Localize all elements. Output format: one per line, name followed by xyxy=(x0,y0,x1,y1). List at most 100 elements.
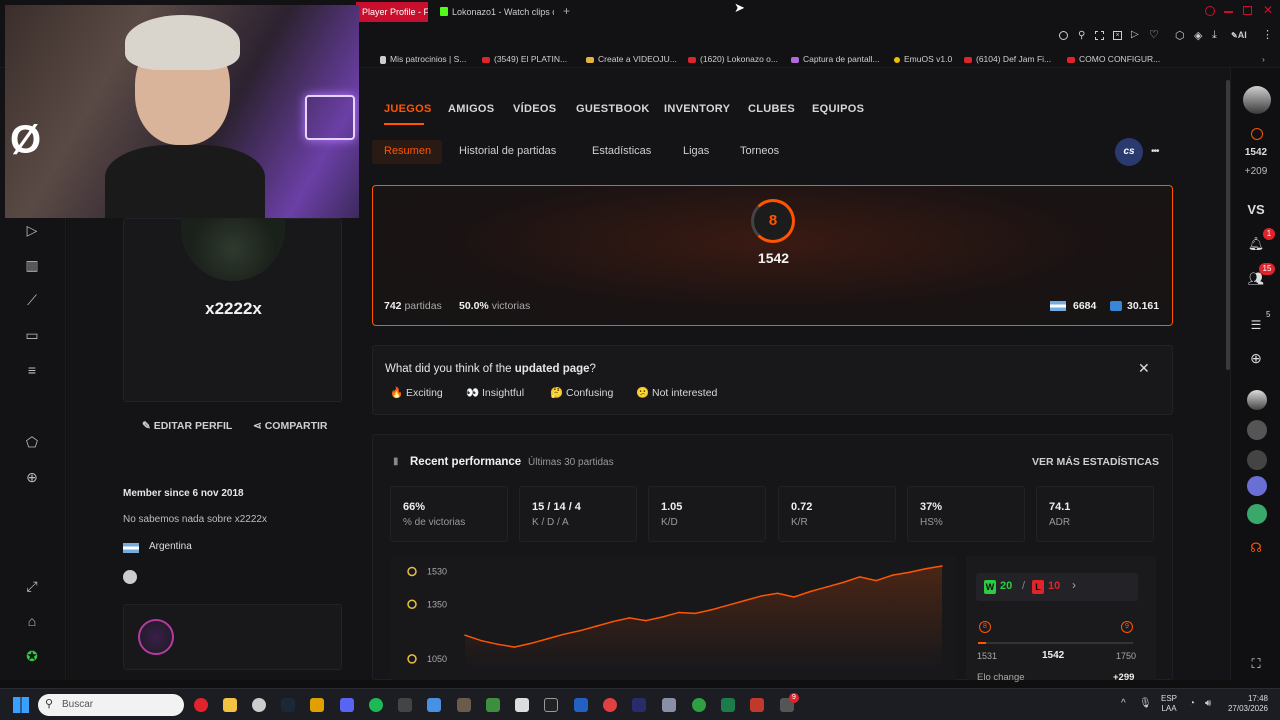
expand-icon[interactable]: ⤢ xyxy=(22,576,42,596)
video-icon[interactable]: ▭ xyxy=(22,325,42,345)
elo-data-point[interactable] xyxy=(941,565,943,567)
elo-data-point[interactable] xyxy=(924,567,927,570)
app-icon[interactable] xyxy=(398,698,412,712)
premium-star-icon[interactable]: ✪ xyxy=(22,646,42,666)
subtab-ligas[interactable]: Ligas xyxy=(683,145,709,157)
app-icon[interactable] xyxy=(457,698,471,712)
tab-clubes[interactable]: CLUBES xyxy=(748,103,795,115)
bookmark-item[interactable]: Mis patrocinios | S... xyxy=(380,51,466,67)
shield-icon[interactable] xyxy=(574,698,588,712)
friend-avatar[interactable] xyxy=(1247,390,1267,410)
more-options-button[interactable]: ••• xyxy=(1151,146,1159,157)
close-icon[interactable]: ✕ xyxy=(1138,360,1150,377)
app-icon[interactable] xyxy=(603,698,617,712)
edit-profile-button[interactable]: ✎ EDITAR PERFIL xyxy=(142,420,232,432)
feedback-option-insightful[interactable]: 👀 Insightful xyxy=(466,386,524,402)
app-icon[interactable] xyxy=(632,698,646,712)
tab-lokonazo-clips[interactable]: Lokonazo1 - Watch clips o xyxy=(446,2,554,22)
app-icon[interactable] xyxy=(486,698,500,712)
party-icon[interactable]: ☰ xyxy=(1231,318,1280,332)
tab-equipos[interactable]: EQUIPOS xyxy=(812,103,864,115)
elo-data-point[interactable] xyxy=(776,592,779,595)
elo-data-point[interactable] xyxy=(858,576,861,578)
bookmark-item[interactable]: Captura de pantall... xyxy=(791,51,880,67)
bookmark-item[interactable]: COMO CONFIGUR... xyxy=(1067,51,1160,67)
friend-avatar[interactable] xyxy=(1247,504,1267,524)
subtab-resumen[interactable]: Resumen xyxy=(384,145,431,157)
bookmark-item[interactable]: (6104) Def Jam Fi... xyxy=(964,51,1051,67)
elo-data-point[interactable] xyxy=(628,617,631,619)
app-icon[interactable] xyxy=(310,698,324,712)
friend-avatar[interactable] xyxy=(1247,450,1267,470)
elo-data-point[interactable] xyxy=(678,611,680,614)
feedback-option-confusing[interactable]: 🤔 Confusing xyxy=(550,386,613,402)
elo-data-point[interactable] xyxy=(710,608,713,611)
file-explorer-icon[interactable] xyxy=(223,698,237,712)
elo-data-point[interactable] xyxy=(793,596,795,598)
store-icon[interactable]: ⌂ xyxy=(22,611,42,631)
search-tabs-icon[interactable] xyxy=(1205,6,1215,16)
user-avatar[interactable] xyxy=(1243,86,1271,114)
notepad-icon[interactable] xyxy=(427,698,441,712)
minimize-icon[interactable] xyxy=(1224,11,1233,13)
bookmark-item[interactable]: (3549) El PLATIN... xyxy=(482,51,567,67)
share-button[interactable]: ⋖ COMPARTIR xyxy=(253,420,328,432)
elo-data-point[interactable] xyxy=(464,634,466,637)
tab-amigos[interactable]: AMIGOS xyxy=(448,103,494,115)
elo-data-point[interactable] xyxy=(727,604,729,606)
tab-guestbook[interactable]: GUESTBOOK xyxy=(576,103,650,115)
elo-data-point[interactable] xyxy=(513,646,516,648)
elo-data-point[interactable] xyxy=(891,574,894,576)
feedback-option-not-interested[interactable]: 😕 Not interested xyxy=(636,386,717,402)
subtab-historial[interactable]: Historial de partidas xyxy=(459,145,556,157)
taskbar-search[interactable]: ⚲ Buscar xyxy=(38,694,184,716)
friend-avatar[interactable] xyxy=(1247,476,1267,496)
mic-icon[interactable]: 🎙︎ xyxy=(1139,698,1152,709)
app-icon[interactable] xyxy=(662,698,676,712)
wifi-icon[interactable]: ◔ xyxy=(1189,698,1195,709)
subtab-torneos[interactable]: Torneos xyxy=(740,145,779,157)
elo-data-point[interactable] xyxy=(497,643,499,646)
feedback-option-exciting[interactable]: 🔥 Exciting xyxy=(390,386,443,402)
elo-data-point[interactable] xyxy=(809,590,812,593)
heart-icon[interactable]: ♡ xyxy=(1149,28,1159,41)
clock[interactable]: 17:48 27/03/2026 xyxy=(1226,694,1268,714)
elo-data-point[interactable] xyxy=(875,579,878,582)
app-icon[interactable] xyxy=(721,698,735,712)
collapse-rail-icon[interactable]: ⛶ xyxy=(1231,656,1280,672)
wallet-icon[interactable]: ◈ xyxy=(1194,29,1202,42)
volume-icon[interactable]: 🔊︎ xyxy=(1205,698,1211,709)
cs2-game-icon[interactable]: cs xyxy=(1115,138,1143,166)
screenshot-icon[interactable] xyxy=(1095,31,1104,40)
new-tab-button[interactable]: + xyxy=(563,4,570,18)
tab-player-profile[interactable]: Player Profile - F xyxy=(356,2,428,22)
bookmark-item[interactable]: Create a VIDEOJU... xyxy=(586,51,677,67)
elo-data-point[interactable] xyxy=(908,571,910,574)
tab-inventory[interactable]: INVENTORY xyxy=(664,103,730,115)
trend-icon[interactable]: ⟋ xyxy=(22,290,42,310)
add-icon[interactable]: ⊕ xyxy=(22,467,42,487)
elo-data-point[interactable] xyxy=(480,639,483,642)
elo-data-point[interactable] xyxy=(612,620,614,623)
extensions-icon[interactable]: ⬡ xyxy=(1175,29,1185,42)
menu-icon[interactable]: ⋮ xyxy=(1262,28,1273,41)
app-icon[interactable] xyxy=(750,698,764,712)
subtab-estadisticas[interactable]: Estadísticas xyxy=(592,145,651,157)
app-icon[interactable] xyxy=(544,698,558,712)
vs-button[interactable]: VS xyxy=(1231,202,1280,217)
elo-data-point[interactable] xyxy=(743,599,746,602)
elo-data-point[interactable] xyxy=(546,638,549,640)
more-stats-link[interactable]: VER MÁS ESTADÍSTICAS xyxy=(1032,456,1159,468)
elo-data-point[interactable] xyxy=(694,612,697,615)
pin-icon[interactable]: ⚲ xyxy=(1078,30,1085,41)
add-friend-icon[interactable]: ⊕ xyxy=(1231,350,1280,367)
elo-data-point[interactable] xyxy=(826,586,828,588)
region-rank[interactable]: 30.161 xyxy=(1127,300,1159,312)
country-rank[interactable]: 6684 xyxy=(1073,300,1096,312)
zoom-icon[interactable] xyxy=(1059,31,1068,40)
bookmark-item[interactable]: (1620) Lokonazo o... xyxy=(688,51,778,67)
elo-data-point[interactable] xyxy=(661,616,664,618)
elo-data-point[interactable] xyxy=(842,581,845,584)
steam-icon[interactable] xyxy=(281,698,295,712)
bookmarks-overflow-icon[interactable]: › xyxy=(1262,51,1265,67)
